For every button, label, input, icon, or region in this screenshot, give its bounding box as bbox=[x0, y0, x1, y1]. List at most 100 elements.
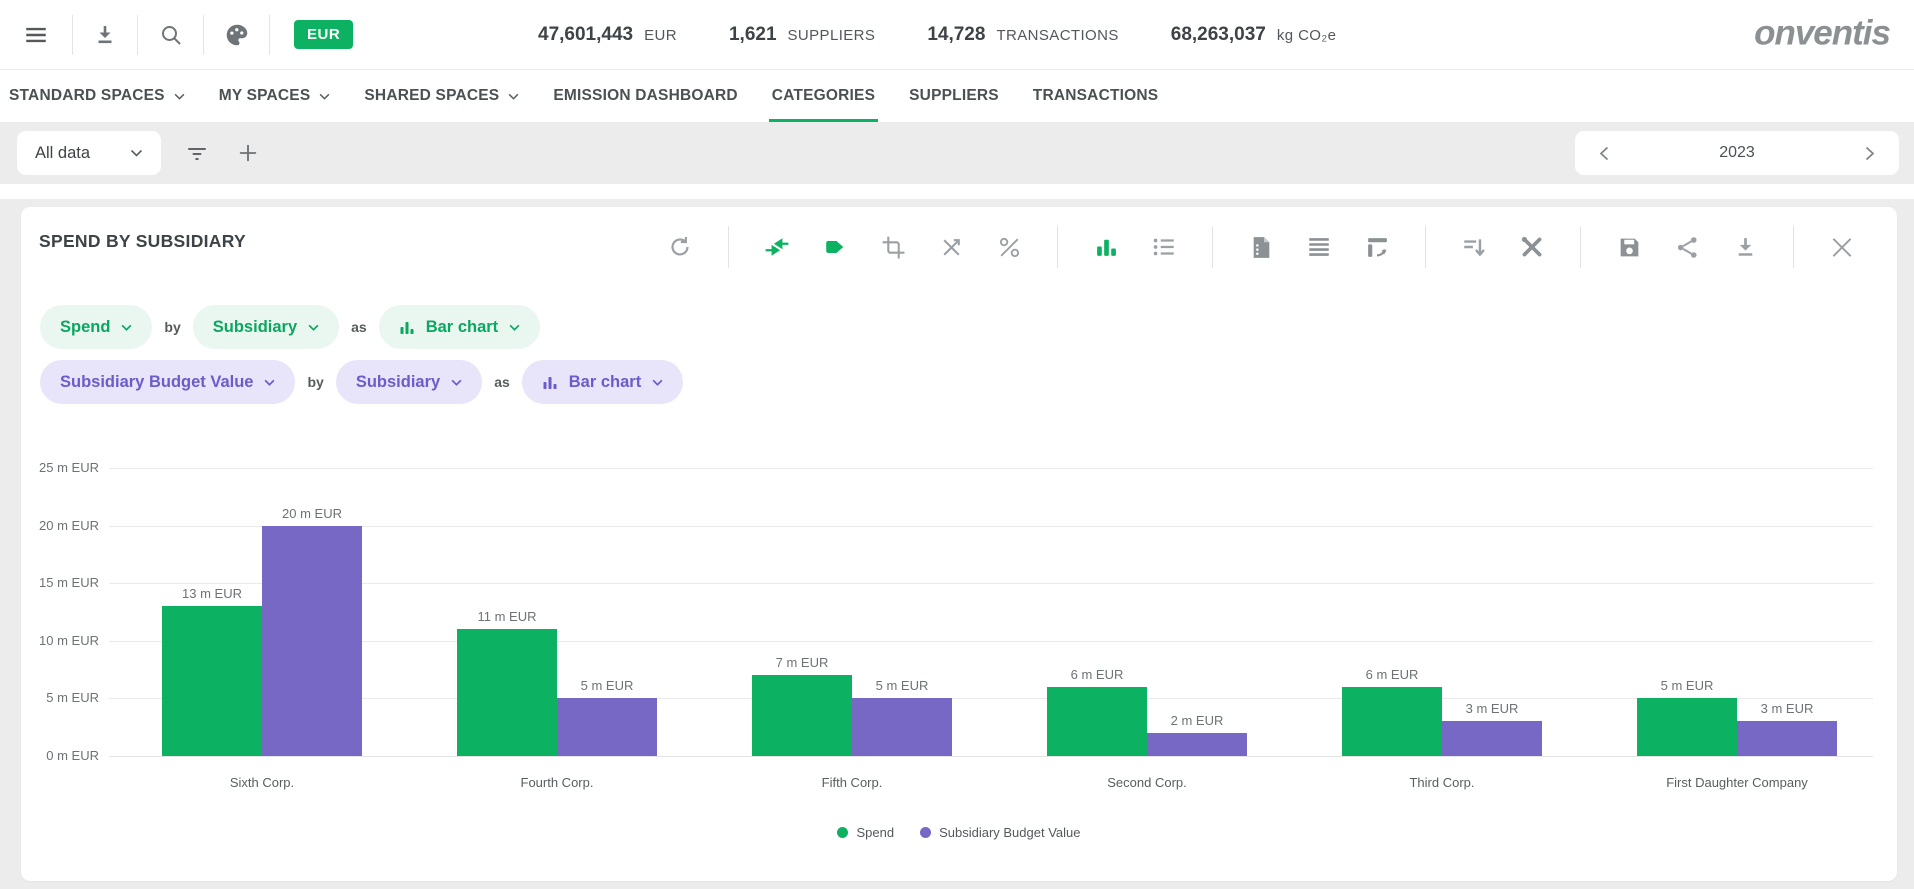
stat-label: SUPPLIERS bbox=[788, 27, 876, 44]
bar-value-label: 6 m EUR bbox=[1312, 667, 1472, 682]
stat-value: 14,728 bbox=[927, 24, 985, 46]
y-axis-tick-label: 0 m EUR bbox=[29, 748, 99, 763]
data-scope-dropdown[interactable]: All data bbox=[17, 131, 161, 175]
query-row-budget: Subsidiary Budget Value by Subsidiary as… bbox=[40, 360, 1897, 404]
no-sort-button[interactable] bbox=[938, 234, 964, 260]
export-button[interactable] bbox=[1732, 234, 1758, 260]
tab-categories[interactable]: CATEGORIES bbox=[755, 70, 892, 122]
chart-bar[interactable] bbox=[262, 526, 362, 756]
chart-bar[interactable] bbox=[1442, 721, 1542, 756]
chevron-down-icon bbox=[652, 379, 663, 386]
chart-type-dropdown[interactable]: Bar chart bbox=[379, 305, 540, 349]
tab-suppliers[interactable]: SUPPLIERS bbox=[892, 70, 1016, 122]
chart-bar[interactable] bbox=[1342, 687, 1442, 756]
y-axis-tick-label: 5 m EUR bbox=[29, 690, 99, 705]
no-sort-icon bbox=[939, 235, 964, 260]
y-axis-tick-label: 15 m EUR bbox=[29, 575, 99, 590]
legend-item[interactable]: Subsidiary Budget Value bbox=[920, 825, 1080, 840]
x-axis-category-label: Fourth Corp. bbox=[410, 775, 704, 790]
y-axis-tick-label: 20 m EUR bbox=[29, 518, 99, 533]
close-widget-button[interactable] bbox=[1829, 234, 1855, 260]
download-icon bbox=[1733, 235, 1758, 260]
tab-my-spaces[interactable]: MY SPACES bbox=[202, 70, 348, 122]
list-view-button[interactable] bbox=[1151, 234, 1177, 260]
x-axis-category-label: First Daughter Company bbox=[1590, 775, 1884, 790]
gridline bbox=[109, 756, 1873, 757]
chart-bar[interactable] bbox=[162, 606, 262, 756]
crop-button[interactable] bbox=[880, 234, 906, 260]
previous-year-button[interactable] bbox=[1591, 140, 1617, 166]
chart-bar[interactable] bbox=[1147, 733, 1247, 756]
gridline bbox=[109, 641, 1873, 642]
stat-co2: 68,263,037 kg CO₂e bbox=[1171, 24, 1337, 46]
chart-bar[interactable] bbox=[1047, 687, 1147, 756]
chart-bar[interactable] bbox=[457, 629, 557, 756]
mini-bar-chart-icon bbox=[399, 319, 415, 335]
report-button[interactable] bbox=[1248, 234, 1274, 260]
x-axis-category-label: Sixth Corp. bbox=[115, 775, 409, 790]
toolbar-divider bbox=[1580, 226, 1581, 268]
chevron-left-icon bbox=[1599, 146, 1609, 161]
stat-value: 68,263,037 bbox=[1171, 24, 1266, 46]
mini-bar-chart-icon bbox=[542, 374, 558, 390]
tab-emission-dashboard[interactable]: EMISSION DASHBOARD bbox=[536, 70, 754, 122]
filter-button[interactable] bbox=[182, 138, 212, 168]
gridline bbox=[109, 468, 1873, 469]
pivot-button[interactable] bbox=[1364, 234, 1390, 260]
gridline bbox=[109, 698, 1873, 699]
chart-bar[interactable] bbox=[557, 698, 657, 756]
legend-dot bbox=[920, 827, 931, 838]
tab-transactions[interactable]: TRANSACTIONS bbox=[1016, 70, 1176, 122]
chart-type-dropdown[interactable]: Bar chart bbox=[522, 360, 683, 404]
add-icon bbox=[237, 142, 259, 164]
stat-label: kg CO₂e bbox=[1277, 27, 1336, 44]
measure-dropdown[interactable]: Spend bbox=[40, 305, 152, 349]
toolbar-divider bbox=[1057, 226, 1058, 268]
chart-bar[interactable] bbox=[1737, 721, 1837, 756]
table-rows-button[interactable] bbox=[1306, 234, 1332, 260]
refresh-button[interactable] bbox=[667, 234, 693, 260]
chart-legend: Spend Subsidiary Budget Value bbox=[21, 825, 1897, 840]
chart-bar[interactable] bbox=[852, 698, 952, 756]
bar-chart-view-button[interactable] bbox=[1093, 234, 1119, 260]
tab-label: EMISSION DASHBOARD bbox=[553, 87, 737, 105]
tab-label: STANDARD SPACES bbox=[9, 87, 165, 105]
legend-item[interactable]: Spend bbox=[837, 825, 894, 840]
save-icon bbox=[1617, 235, 1642, 260]
tools-button[interactable] bbox=[1519, 234, 1545, 260]
pivot-icon bbox=[1365, 235, 1390, 260]
currency-badge[interactable]: EUR bbox=[294, 20, 353, 49]
chart-bar[interactable] bbox=[752, 675, 852, 756]
filter-bar: All data 2023 bbox=[0, 122, 1914, 184]
share-button[interactable] bbox=[1674, 234, 1700, 260]
sort-desc-icon bbox=[1461, 234, 1487, 260]
tag-button[interactable] bbox=[822, 234, 848, 260]
content-area: SPEND BY SUBSIDIARY bbox=[0, 199, 1914, 881]
sort-button[interactable] bbox=[1461, 234, 1487, 260]
theme-button[interactable] bbox=[204, 15, 270, 55]
save-button[interactable] bbox=[1616, 234, 1642, 260]
collapse-button[interactable] bbox=[764, 234, 790, 260]
legend-label: Subsidiary Budget Value bbox=[939, 825, 1080, 840]
data-scope-label: All data bbox=[35, 144, 90, 163]
download-button[interactable] bbox=[73, 15, 138, 55]
measure-dropdown[interactable]: Subsidiary Budget Value bbox=[40, 360, 295, 404]
percent-button[interactable] bbox=[996, 234, 1022, 260]
widget-toolbar bbox=[651, 226, 1871, 268]
tab-standard-spaces[interactable]: STANDARD SPACES bbox=[0, 70, 202, 122]
menu-button[interactable] bbox=[0, 15, 73, 55]
report-icon bbox=[1249, 235, 1274, 260]
add-filter-button[interactable] bbox=[233, 138, 263, 168]
dimension-dropdown[interactable]: Subsidiary bbox=[193, 305, 339, 349]
stat-value: 1,621 bbox=[729, 24, 777, 46]
next-year-button[interactable] bbox=[1857, 140, 1883, 166]
dimension-label: Subsidiary bbox=[356, 373, 440, 392]
legend-dot bbox=[837, 827, 848, 838]
chevron-down-icon bbox=[509, 324, 520, 331]
gridline bbox=[109, 526, 1873, 527]
dimension-dropdown[interactable]: Subsidiary bbox=[336, 360, 482, 404]
search-button[interactable] bbox=[138, 15, 204, 55]
chart-bar[interactable] bbox=[1637, 698, 1737, 756]
tab-shared-spaces[interactable]: SHARED SPACES bbox=[347, 70, 536, 122]
by-connector: by bbox=[307, 374, 323, 390]
